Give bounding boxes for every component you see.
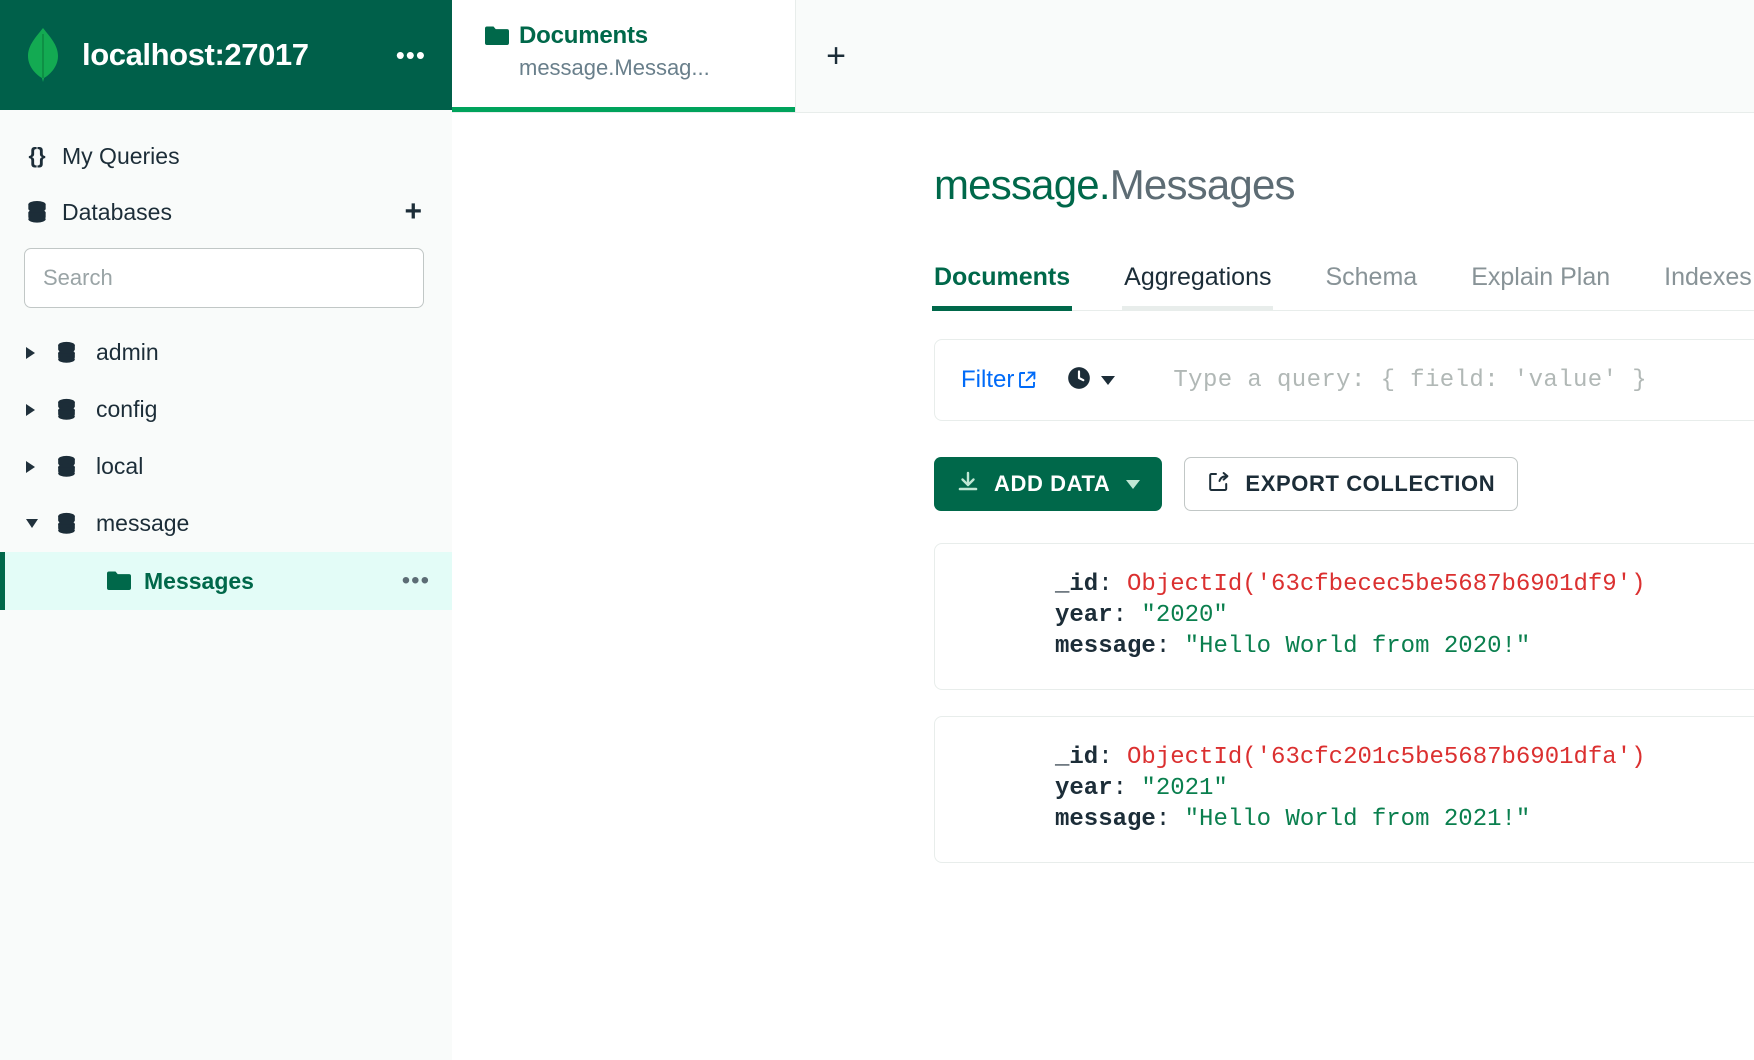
field-value: ObjectId('63cfbecec5be5687b6901df9') xyxy=(1127,571,1646,598)
document-field-message: message: "Hello World from 2020!" xyxy=(1055,632,1531,660)
field-value: "2020" xyxy=(1141,601,1228,629)
document-card[interactable]: _id: ObjectId('63cfbecec5be5687b6901df9'… xyxy=(934,543,1754,690)
download-icon xyxy=(956,470,980,499)
search-container xyxy=(0,240,452,308)
chevron-right-icon[interactable] xyxy=(26,403,54,416)
tab-indexes[interactable]: Indexes xyxy=(1664,263,1752,310)
field-key: _id xyxy=(1055,571,1099,598)
document-field-year: year: "2020" xyxy=(1055,601,1228,629)
database-row-config[interactable]: config xyxy=(0,381,452,438)
field-key: message xyxy=(1055,805,1156,833)
workspace-tab-documents[interactable]: Documents message.Messag... xyxy=(452,0,796,112)
add-data-button[interactable]: ADD DATA xyxy=(934,457,1163,511)
document-field-id: _id: ObjectId('63cfc201c5be5687b6901dfa'… xyxy=(1055,743,1646,771)
page-title-database: message. xyxy=(934,161,1111,208)
field-key: year xyxy=(1055,601,1113,629)
export-collection-label: EXPORT COLLECTION xyxy=(1245,471,1496,496)
field-key: year xyxy=(1055,774,1113,802)
document-field-message: message: "Hello World from 2021!" xyxy=(1055,805,1531,833)
query-input[interactable]: Type a query: { field: 'value' } xyxy=(1173,367,1754,394)
workspace-tab-subtitle: message.Messag... xyxy=(519,55,710,80)
connection-title: localhost:27017 xyxy=(82,37,309,72)
chevron-down-icon[interactable] xyxy=(26,519,54,528)
add-data-label: ADD DATA xyxy=(994,471,1111,496)
database-name: admin xyxy=(96,339,159,365)
mongodb-leaf-icon xyxy=(20,28,66,82)
sidebar-item-label: Databases xyxy=(62,198,172,225)
chevron-down-icon xyxy=(1101,375,1116,385)
database-icon xyxy=(54,397,96,422)
sidebar-nav: {} My Queries Databases + xyxy=(0,110,452,240)
query-bar: Filter Type a query: {field: 'value'} xyxy=(934,339,1754,421)
tab-documents[interactable]: Documents xyxy=(931,263,1073,311)
database-row-admin[interactable]: admin xyxy=(0,324,452,381)
sidebar-item-databases[interactable]: Databases + xyxy=(0,184,452,240)
collection-options-button[interactable]: ••• xyxy=(402,569,452,593)
database-icon xyxy=(54,340,96,365)
filter-label-text: Filter xyxy=(961,366,1015,393)
svg-text:{}: {} xyxy=(28,143,46,168)
content-area: message.Messages Documents Aggregations … xyxy=(452,113,1754,889)
workspace-tab-header: Documents xyxy=(484,22,795,50)
field-key: message xyxy=(1055,632,1156,660)
collection-name: Messages xyxy=(144,567,254,594)
page-title-collection: Messages xyxy=(1109,161,1296,208)
search-input[interactable] xyxy=(43,265,405,291)
field-value: "Hello World from 2021!" xyxy=(1184,805,1531,833)
tab-schema[interactable]: Schema xyxy=(1325,263,1417,310)
field-key: _id xyxy=(1055,743,1099,771)
database-tree: admin config local message Messages ••• xyxy=(0,324,452,610)
main-panel: Documents message.Messag... + message.Me… xyxy=(452,0,1754,1060)
database-icon xyxy=(54,454,96,479)
folder-icon xyxy=(106,570,144,592)
clock-icon xyxy=(1066,365,1092,396)
tab-explain-plan[interactable]: Explain Plan xyxy=(1471,263,1610,310)
field-value: "2021" xyxy=(1141,774,1228,802)
external-link-icon xyxy=(1018,371,1036,389)
document-field-year: year: "2021" xyxy=(1055,774,1228,802)
database-icon xyxy=(24,199,58,225)
field-value: ObjectId('63cfc201c5be5687b6901dfa') xyxy=(1127,743,1646,771)
folder-icon xyxy=(484,25,514,47)
collection-tabs: Documents Aggregations Schema Explain Pl… xyxy=(931,249,1754,311)
workspace-tabbar: Documents message.Messag... + xyxy=(452,0,1754,113)
action-buttons: ADD DATA EXPORT COLLECTION xyxy=(934,457,1754,511)
new-tab-button[interactable]: + xyxy=(796,0,876,112)
database-name: local xyxy=(96,453,144,479)
tab-aggregations[interactable]: Aggregations xyxy=(1122,263,1274,311)
database-name: config xyxy=(96,396,158,422)
database-row-message[interactable]: message xyxy=(0,495,452,552)
compass-app: localhost:27017 ••• {} My Queries Databa… xyxy=(0,0,1754,1060)
export-collection-button[interactable]: EXPORT COLLECTION xyxy=(1184,457,1519,511)
sidebar-item-label: My Queries xyxy=(62,142,180,169)
sidebar-item-my-queries[interactable]: {} My Queries xyxy=(0,128,452,184)
field-value: "Hello World from 2020!" xyxy=(1184,632,1531,660)
chevron-down-icon xyxy=(1126,479,1141,489)
page-title: message.Messages xyxy=(934,161,1754,209)
chevron-right-icon[interactable] xyxy=(26,346,54,359)
database-icon xyxy=(54,511,96,536)
search-box[interactable] xyxy=(24,248,424,308)
filter-label-link[interactable]: Filter xyxy=(961,366,1036,394)
query-history-button[interactable] xyxy=(1066,365,1116,396)
document-field-id: _id: ObjectId('63cfbecec5be5687b6901df9'… xyxy=(1055,571,1646,598)
document-card[interactable]: _id: ObjectId('63cfc201c5be5687b6901dfa'… xyxy=(934,715,1754,863)
document-list: _id: ObjectId('63cfbecec5be5687b6901df9'… xyxy=(934,543,1754,863)
connection-options-button[interactable]: ••• xyxy=(392,42,430,68)
database-row-local[interactable]: local xyxy=(0,438,452,495)
workspace-tab-title: Documents xyxy=(519,22,648,49)
collection-row-messages[interactable]: Messages ••• xyxy=(0,552,452,610)
braces-icon: {} xyxy=(24,143,58,169)
database-name: message xyxy=(96,510,190,536)
create-database-button[interactable]: + xyxy=(398,195,428,229)
export-icon xyxy=(1207,470,1231,499)
sidebar: localhost:27017 ••• {} My Queries Databa… xyxy=(0,0,452,1060)
connection-header: localhost:27017 ••• xyxy=(0,0,452,110)
chevron-right-icon[interactable] xyxy=(26,460,54,473)
